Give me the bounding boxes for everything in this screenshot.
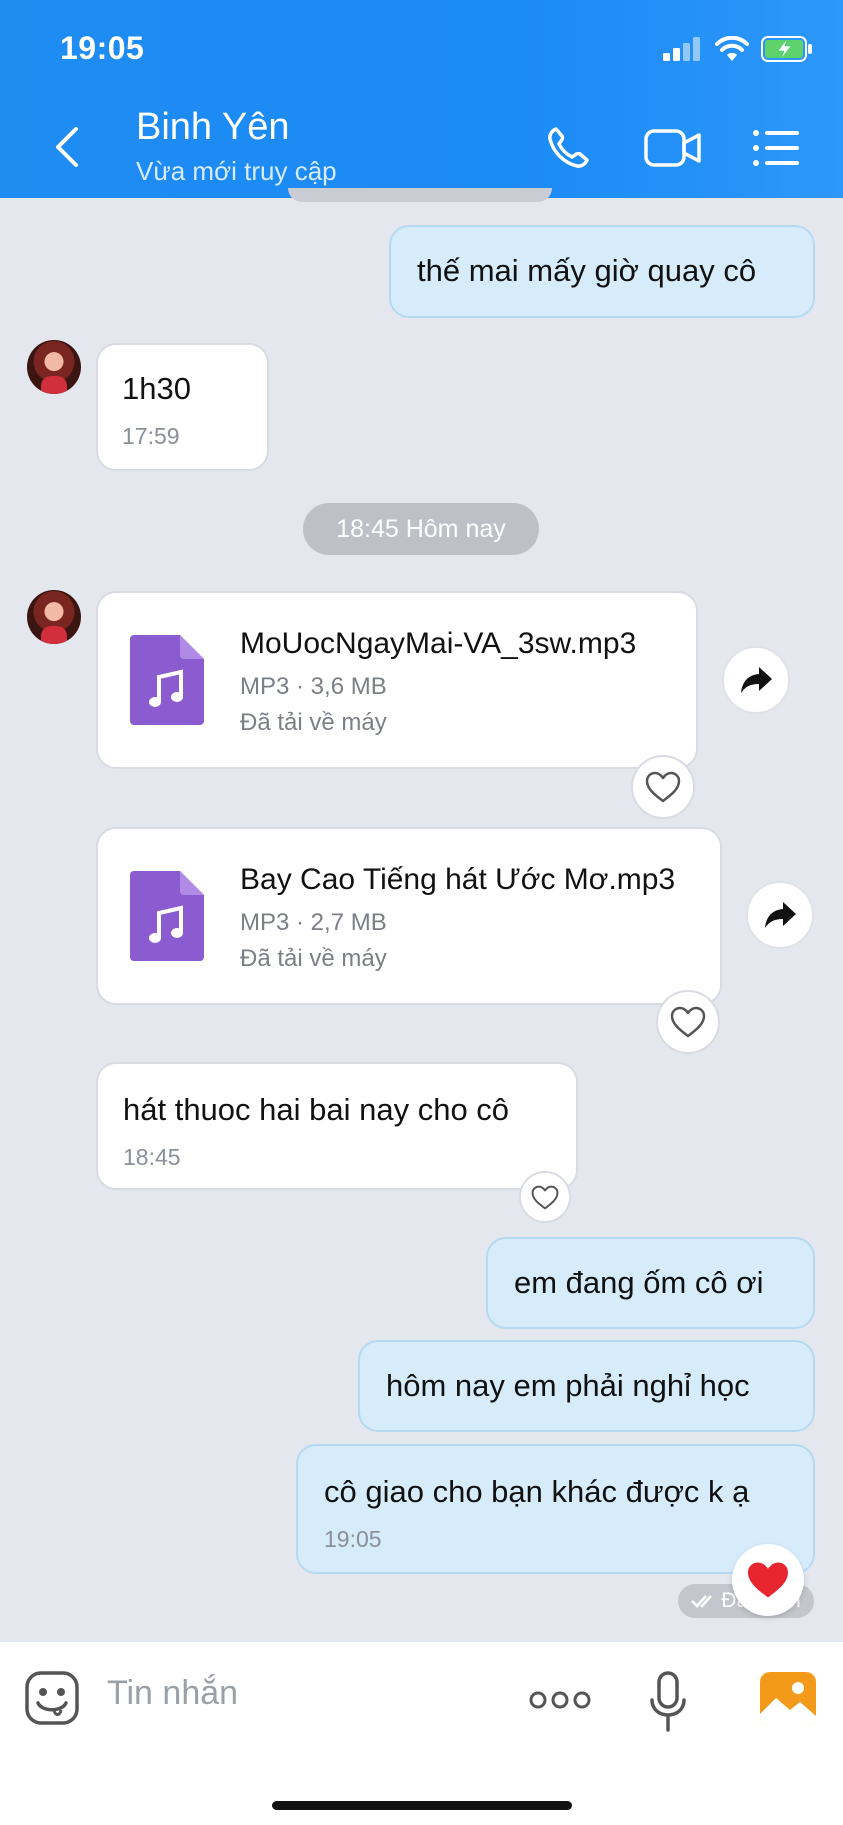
forward-arrow-icon (741, 667, 772, 693)
menu-button[interactable] (748, 122, 804, 174)
status-icons (663, 36, 813, 62)
voice-record-button[interactable] (648, 1670, 688, 1734)
react-button[interactable] (519, 1171, 571, 1223)
message-text: thế mai mấy giờ quay cô (417, 253, 757, 288)
image-gallery-icon (760, 1672, 816, 1726)
incoming-message[interactable]: 1h30 17:59 (96, 343, 269, 471)
photo-picker-button[interactable] (760, 1672, 816, 1726)
contact-name[interactable]: Binh Yên (136, 106, 290, 149)
file-attachment[interactable]: MoUocNgayMai-VA_3sw.mp3 MP3 · 3,6 MB Đã … (96, 591, 698, 769)
microphone-icon (650, 1671, 686, 1732)
outgoing-message[interactable]: cô giao cho bạn khác được k ạ 19:05 (296, 1444, 815, 1574)
heart-outline-icon (670, 1006, 706, 1038)
forward-button[interactable] (722, 646, 790, 714)
menu-list-icon (753, 130, 799, 166)
file-attachment[interactable]: Bay Cao Tiếng hát Ước Mơ.mp3 MP3 · 2,7 M… (96, 827, 722, 1005)
video-call-icon (644, 129, 701, 167)
cellular-signal-icon (663, 37, 700, 61)
outgoing-message[interactable]: thế mai mấy giờ quay cô (389, 225, 815, 318)
message-time: 17:59 (122, 423, 180, 449)
back-button[interactable] (48, 125, 88, 169)
file-name: MoUocNgayMai-VA_3sw.mp3 (240, 627, 637, 660)
battery-charging-icon (761, 36, 812, 62)
home-indicator (272, 1801, 572, 1810)
chat-header: 19:05 Binh Yên Vừa mới truy cập (0, 0, 843, 198)
voice-call-button[interactable] (540, 122, 596, 174)
reaction-heart-button[interactable] (732, 1544, 804, 1616)
message-text: cô giao cho bạn khác được k ạ (324, 1474, 750, 1509)
message-text: hát thuoc hai bai nay cho cô (123, 1092, 510, 1127)
avatar[interactable] (27, 590, 81, 644)
message-text: 1h30 (122, 371, 191, 406)
back-arrow-icon (56, 127, 78, 167)
sticker-smiley-icon (25, 1671, 79, 1725)
react-button[interactable] (631, 755, 695, 819)
outgoing-message[interactable]: hôm nay em phải nghỉ học (358, 1340, 815, 1432)
double-check-icon (691, 1595, 713, 1608)
incoming-message[interactable]: hát thuoc hai bai nay cho cô 18:45 (96, 1062, 578, 1190)
message-input[interactable]: Tin nhắn (107, 1674, 238, 1713)
video-call-button[interactable] (640, 122, 706, 174)
message-time: 19:05 (324, 1526, 382, 1552)
outgoing-message[interactable]: em đang ốm cô ơi (486, 1237, 815, 1329)
file-download-status: Đã tải về máy (240, 945, 387, 972)
wifi-icon (715, 36, 749, 61)
heart-outline-icon (645, 771, 681, 803)
message-time: 18:45 (123, 1144, 181, 1170)
partial-date-pill (288, 188, 552, 202)
message-text: hôm nay em phải nghỉ học (386, 1368, 750, 1403)
heart-outline-icon (531, 1185, 559, 1209)
react-button[interactable] (656, 990, 720, 1054)
date-separator: 18:45 Hôm nay (303, 503, 539, 555)
file-name: Bay Cao Tiếng hát Ước Mơ.mp3 (240, 863, 676, 896)
status-time: 19:05 (60, 30, 145, 66)
forward-arrow-icon (765, 902, 796, 928)
sticker-button[interactable] (24, 1670, 84, 1730)
message-input-bar: Tin nhắn (0, 1642, 843, 1825)
file-meta: MP3 · 2,7 MB (240, 909, 387, 936)
contact-status: Vừa mới truy cập (136, 156, 337, 186)
message-text: em đang ốm cô ơi (514, 1265, 764, 1300)
phone-icon (548, 127, 589, 168)
heart-filled-icon (748, 1562, 788, 1598)
file-download-status: Đã tải về máy (240, 709, 387, 736)
more-dots-icon (529, 1691, 591, 1709)
forward-button[interactable] (746, 881, 814, 949)
audio-file-icon (130, 871, 204, 961)
file-meta: MP3 · 3,6 MB (240, 673, 387, 700)
avatar[interactable] (27, 340, 81, 394)
more-options-button[interactable] (528, 1682, 592, 1718)
audio-file-icon (130, 635, 204, 725)
